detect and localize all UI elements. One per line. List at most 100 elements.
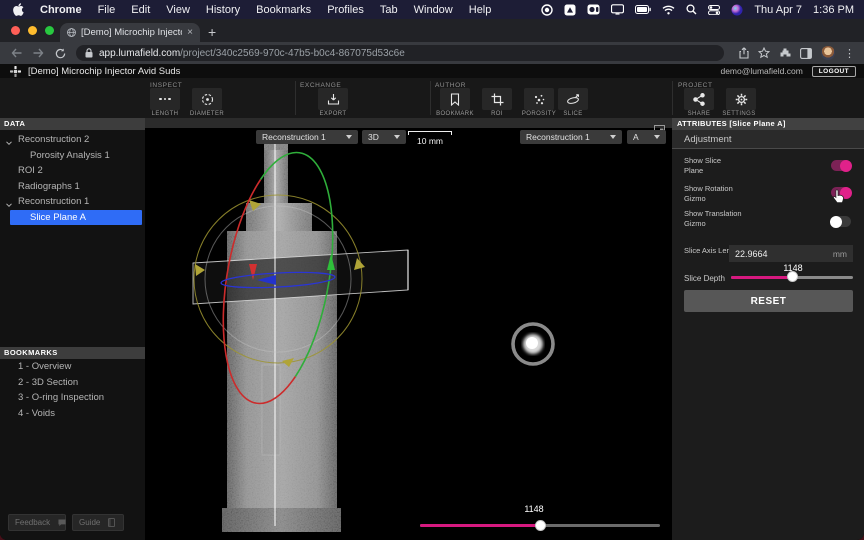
menu-history[interactable]: History — [206, 4, 240, 16]
record-icon[interactable] — [541, 4, 553, 16]
left-source-dropdown[interactable]: Reconstruction 1 — [256, 130, 358, 144]
data-tree: Reconstruction 2 Porosity Analysis 1 ROI… — [0, 130, 145, 225]
bookmark-item-voids[interactable]: 4 - Voids — [0, 406, 145, 422]
slice-tool-button[interactable] — [558, 88, 588, 110]
bookmark-item-overview[interactable]: 1 - Overview — [0, 359, 145, 375]
export-icon — [327, 93, 340, 106]
length-icon — [159, 98, 171, 101]
porosity-tool-button[interactable] — [524, 88, 554, 110]
settings-button[interactable] — [726, 88, 756, 110]
menu-clock[interactable]: 1:36 PM — [813, 4, 854, 16]
address-field[interactable]: app.lumafield.com/project/340c2569-970c-… — [76, 45, 724, 61]
logout-button[interactable]: LOGOUT — [812, 66, 856, 77]
menu-view[interactable]: View — [166, 4, 190, 16]
menu-chrome[interactable]: Chrome — [40, 4, 82, 16]
shape-app-icon[interactable] — [564, 4, 576, 16]
show-rotation-gizmo-label: Show Rotation Gizmo — [684, 184, 742, 204]
camera-icon[interactable] — [587, 4, 600, 15]
new-tab-button[interactable]: + — [208, 23, 216, 42]
chevron-down-icon — [610, 135, 616, 139]
slice-label: SLICE — [550, 111, 596, 117]
bookmark-star-icon[interactable] — [758, 47, 770, 59]
tree-item-reconstruction-2[interactable]: Reconstruction 2 — [0, 132, 145, 148]
data-section-header: DATA — [0, 118, 145, 130]
menu-edit[interactable]: Edit — [131, 4, 150, 16]
wifi-icon[interactable] — [662, 5, 675, 15]
feedback-button[interactable]: Feedback — [8, 514, 66, 531]
porosity-icon — [533, 93, 546, 106]
chrome-menu-icon[interactable]: ⋮ — [844, 47, 855, 60]
show-translation-gizmo-label: Show Translation Gizmo — [684, 209, 742, 229]
tree-item-radiographs-1[interactable]: Radiographs 1 — [0, 179, 145, 195]
spotlight-icon[interactable] — [686, 4, 697, 15]
show-translation-gizmo-toggle[interactable] — [831, 216, 851, 227]
menu-profiles[interactable]: Profiles — [327, 4, 364, 16]
diameter-tool-button[interactable] — [192, 88, 222, 110]
battery-icon[interactable] — [635, 5, 651, 14]
siri-icon[interactable] — [731, 4, 743, 16]
url-path: /project/340c2569-970c-47b5-b0c4-867075d… — [180, 48, 405, 59]
minimize-window-button[interactable] — [28, 26, 37, 35]
slice-slider-knob[interactable] — [535, 520, 546, 531]
scale-bracket — [408, 131, 452, 135]
mouse-cursor — [832, 189, 845, 210]
macos-menu-bar: Chrome File Edit View History Bookmarks … — [0, 0, 864, 19]
menu-tab[interactable]: Tab — [380, 4, 398, 16]
main-area: DATA Reconstruction 2 Porosity Analysis … — [0, 118, 864, 540]
share-button[interactable] — [684, 88, 714, 110]
roi-tool-button[interactable] — [482, 88, 512, 110]
length-tool-button[interactable] — [150, 88, 180, 110]
bookmark-label: BOOKMARK — [432, 111, 478, 117]
display-icon[interactable] — [611, 4, 624, 15]
side-panel-icon[interactable] — [800, 48, 812, 59]
tab-close-icon[interactable]: × — [187, 28, 193, 38]
bookmark-item-oring-inspection[interactable]: 3 - O-ring Inspection — [0, 390, 145, 406]
share-page-icon[interactable] — [739, 47, 749, 59]
menu-file[interactable]: File — [98, 4, 116, 16]
slice-axis-length-input[interactable]: 22.9664 mm — [729, 245, 853, 262]
menu-help[interactable]: Help — [469, 4, 492, 16]
menu-date[interactable]: Thu Apr 7 — [754, 4, 802, 16]
scale-label: 10 mm — [408, 136, 452, 146]
slice-slider-fill — [420, 524, 540, 527]
reload-icon[interactable] — [55, 48, 66, 59]
right-plane-dropdown[interactable]: A — [627, 130, 666, 144]
close-window-button[interactable] — [11, 26, 20, 35]
extensions-icon[interactable] — [779, 47, 791, 59]
zoom-window-button[interactable] — [45, 26, 54, 35]
back-icon[interactable] — [11, 48, 22, 58]
roi-label: ROI — [474, 111, 520, 117]
control-center-icon[interactable] — [708, 5, 720, 15]
attributes-panel: ATTRIBUTES [Slice Plane A] Adjustment Sh… — [672, 118, 864, 540]
profile-avatar[interactable] — [821, 46, 835, 60]
forward-icon[interactable] — [33, 48, 44, 58]
reset-button[interactable]: RESET — [684, 290, 853, 312]
left-view-mode-dropdown[interactable]: 3D — [362, 130, 406, 144]
guide-button[interactable]: Guide — [72, 514, 124, 531]
menu-window[interactable]: Window — [414, 4, 453, 16]
browser-tab[interactable]: [Demo] Microchip Injector Avid × — [60, 23, 200, 42]
tree-item-porosity-analysis-1[interactable]: Porosity Analysis 1 — [0, 148, 145, 164]
feedback-bubble-icon — [58, 519, 66, 527]
project-title: [Demo] Microchip Injector Avid Suds — [28, 66, 180, 77]
lumafield-logo-icon[interactable] — [10, 66, 21, 77]
scale-bar: 10 mm — [408, 131, 452, 146]
slice-slider-value: 1148 — [494, 504, 574, 514]
show-slice-plane-toggle[interactable] — [831, 160, 851, 171]
3d-viewport-scene[interactable] — [145, 118, 672, 540]
export-button[interactable] — [318, 88, 348, 110]
tree-item-slice-plane-a[interactable]: Slice Plane A — [0, 210, 145, 226]
menu-bookmarks[interactable]: Bookmarks — [256, 4, 311, 16]
bookmark-item-3d-section[interactable]: 2 - 3D Section — [0, 375, 145, 391]
attributes-header: ATTRIBUTES [Slice Plane A] — [672, 118, 864, 130]
tree-item-reconstruction-1[interactable]: Reconstruction 1 — [0, 194, 145, 210]
toggle-knob — [840, 160, 852, 172]
viewport-canvas[interactable]: Reconstruction 1 3D 10 mm Reconstruction… — [145, 118, 672, 540]
right-source-dropdown[interactable]: Reconstruction 1 — [520, 130, 622, 144]
bookmark-tool-button[interactable] — [440, 88, 470, 110]
settings-label: SETTINGS — [716, 111, 762, 117]
apple-icon[interactable] — [13, 3, 24, 16]
slice-depth-knob[interactable] — [787, 271, 798, 282]
tree-item-roi-2[interactable]: ROI 2 — [0, 163, 145, 179]
chevron-down-icon — [394, 135, 400, 139]
